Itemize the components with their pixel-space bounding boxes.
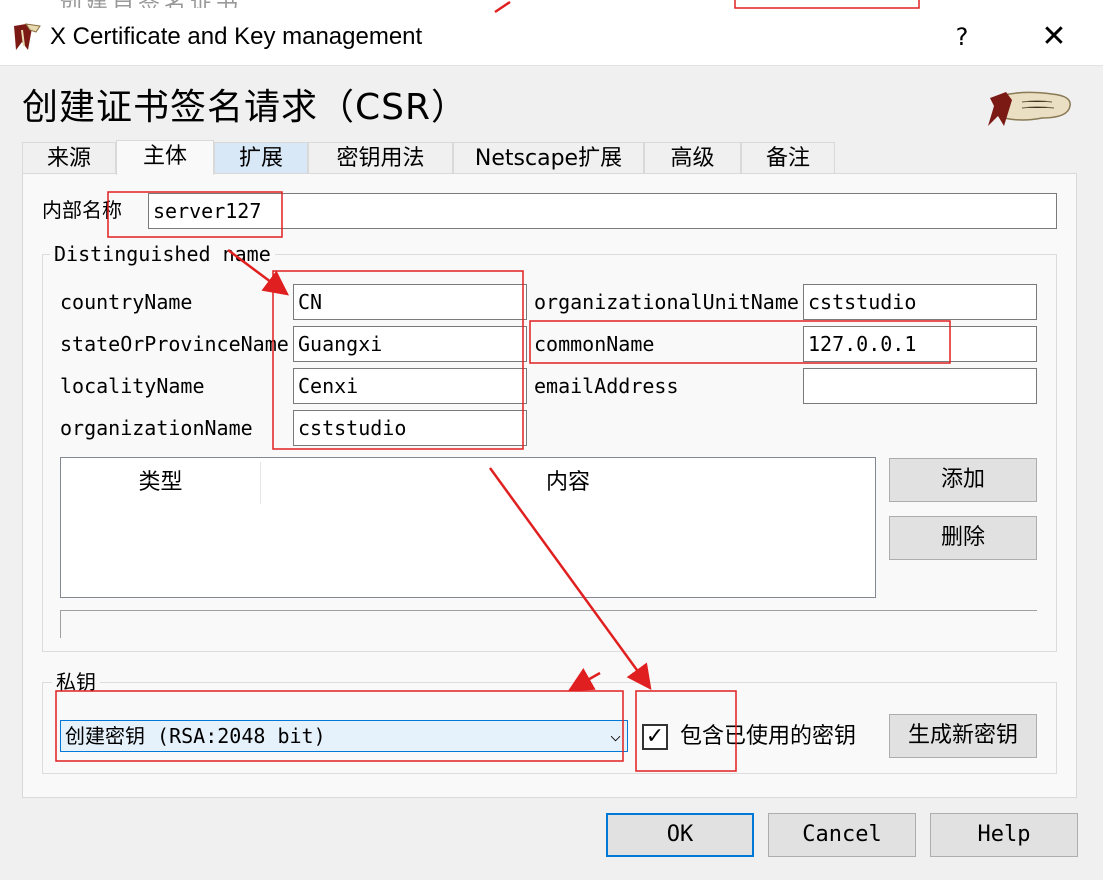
chevron-down-icon: ⌵ <box>610 725 621 746</box>
delete-entry-button[interactable]: 删除 <box>889 516 1037 560</box>
cancel-button[interactable]: Cancel <box>768 813 916 857</box>
tab-extensions[interactable]: 扩展 <box>214 142 308 174</box>
org-unit-name-label: organizationalUnitName <box>534 290 799 314</box>
window-title: X Certificate and Key management <box>50 23 423 50</box>
tab-key-usage[interactable]: 密钥用法 <box>308 142 453 174</box>
generate-key-button[interactable]: 生成新密钥 <box>889 714 1037 758</box>
tab-subject[interactable]: 主体 <box>116 140 214 175</box>
organization-name-input[interactable]: cststudio <box>293 410 527 446</box>
tab-source[interactable]: 来源 <box>22 142 116 174</box>
private-key-selected-value: 创建密钥 (RSA:2048 bit) <box>65 724 326 748</box>
column-header-type[interactable]: 类型 <box>61 458 260 506</box>
tab-comment[interactable]: 备注 <box>741 142 835 174</box>
divider <box>60 610 1037 638</box>
distinguished-name-title: Distinguished name <box>50 241 275 267</box>
extra-entries-table[interactable]: 类型 内容 <box>60 457 876 598</box>
country-name-label: countryName <box>60 290 193 314</box>
organization-name-label: organizationName <box>60 416 253 440</box>
private-key-title: 私钥 <box>52 669 100 695</box>
org-unit-name-input[interactable]: cststudio <box>803 284 1037 320</box>
private-key-select[interactable]: 创建密钥 (RSA:2048 bit) ⌵ <box>60 720 628 752</box>
tab-advanced[interactable]: 高级 <box>644 142 741 174</box>
close-icon[interactable]: ✕ <box>1022 16 1086 58</box>
tab-netscape[interactable]: Netscape扩展 <box>453 142 644 174</box>
state-name-input[interactable]: Guangxi <box>293 326 527 362</box>
include-used-keys-checkbox[interactable]: ✓ <box>642 724 668 750</box>
internal-name-input[interactable]: server127 <box>148 193 1057 229</box>
page-title: 创建证书签名请求（CSR） <box>22 87 469 128</box>
country-name-input[interactable]: CN <box>293 284 527 320</box>
locality-name-input[interactable]: Cenxi <box>293 368 527 404</box>
email-address-input[interactable] <box>803 368 1037 404</box>
ok-button[interactable]: OK <box>606 813 754 857</box>
include-used-keys-label[interactable]: 包含已使用的密钥 <box>680 722 856 752</box>
state-name-label: stateOrProvinceName <box>60 332 289 356</box>
internal-name-label: 内部名称 <box>42 198 122 222</box>
help-button[interactable]: Help <box>930 813 1078 857</box>
background-window-strip: 创建自签名证书 <box>0 0 1103 8</box>
locality-name-label: localityName <box>60 374 205 398</box>
common-name-input[interactable]: 127.0.0.1 <box>803 326 1037 362</box>
title-bar: X Certificate and Key management ? ✕ <box>0 8 1103 66</box>
app-icon <box>14 23 41 50</box>
background-window-title: 创建自签名证书 <box>60 0 242 8</box>
common-name-label: commonName <box>534 332 655 356</box>
xca-logo-icon <box>988 91 1071 126</box>
column-header-content[interactable]: 内容 <box>261 458 875 506</box>
email-address-label: emailAddress <box>534 374 679 398</box>
help-icon[interactable]: ? <box>930 16 994 58</box>
add-entry-button[interactable]: 添加 <box>889 458 1037 502</box>
